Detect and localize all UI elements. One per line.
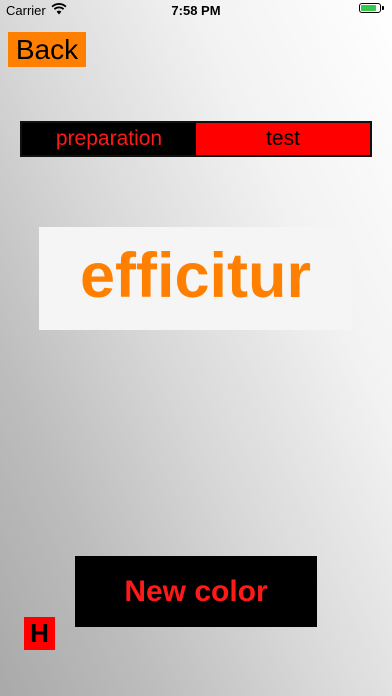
word-text: efficitur — [79, 240, 312, 311]
word-card: efficitur — [39, 227, 352, 330]
new-color-button[interactable]: New color — [75, 556, 317, 627]
battery-icon — [359, 3, 381, 13]
segment-test[interactable]: test — [196, 123, 370, 155]
battery-fill — [361, 5, 377, 11]
status-right — [359, 3, 384, 13]
h-button[interactable]: H — [24, 617, 55, 650]
status-bar: Carrier 7:58 PM — [0, 0, 392, 22]
mode-segmented-control: preparation test — [20, 121, 372, 157]
battery-cap — [382, 6, 384, 10]
segment-preparation[interactable]: preparation — [22, 123, 196, 155]
back-button[interactable]: Back — [8, 32, 86, 67]
status-time: 7:58 PM — [171, 3, 221, 18]
